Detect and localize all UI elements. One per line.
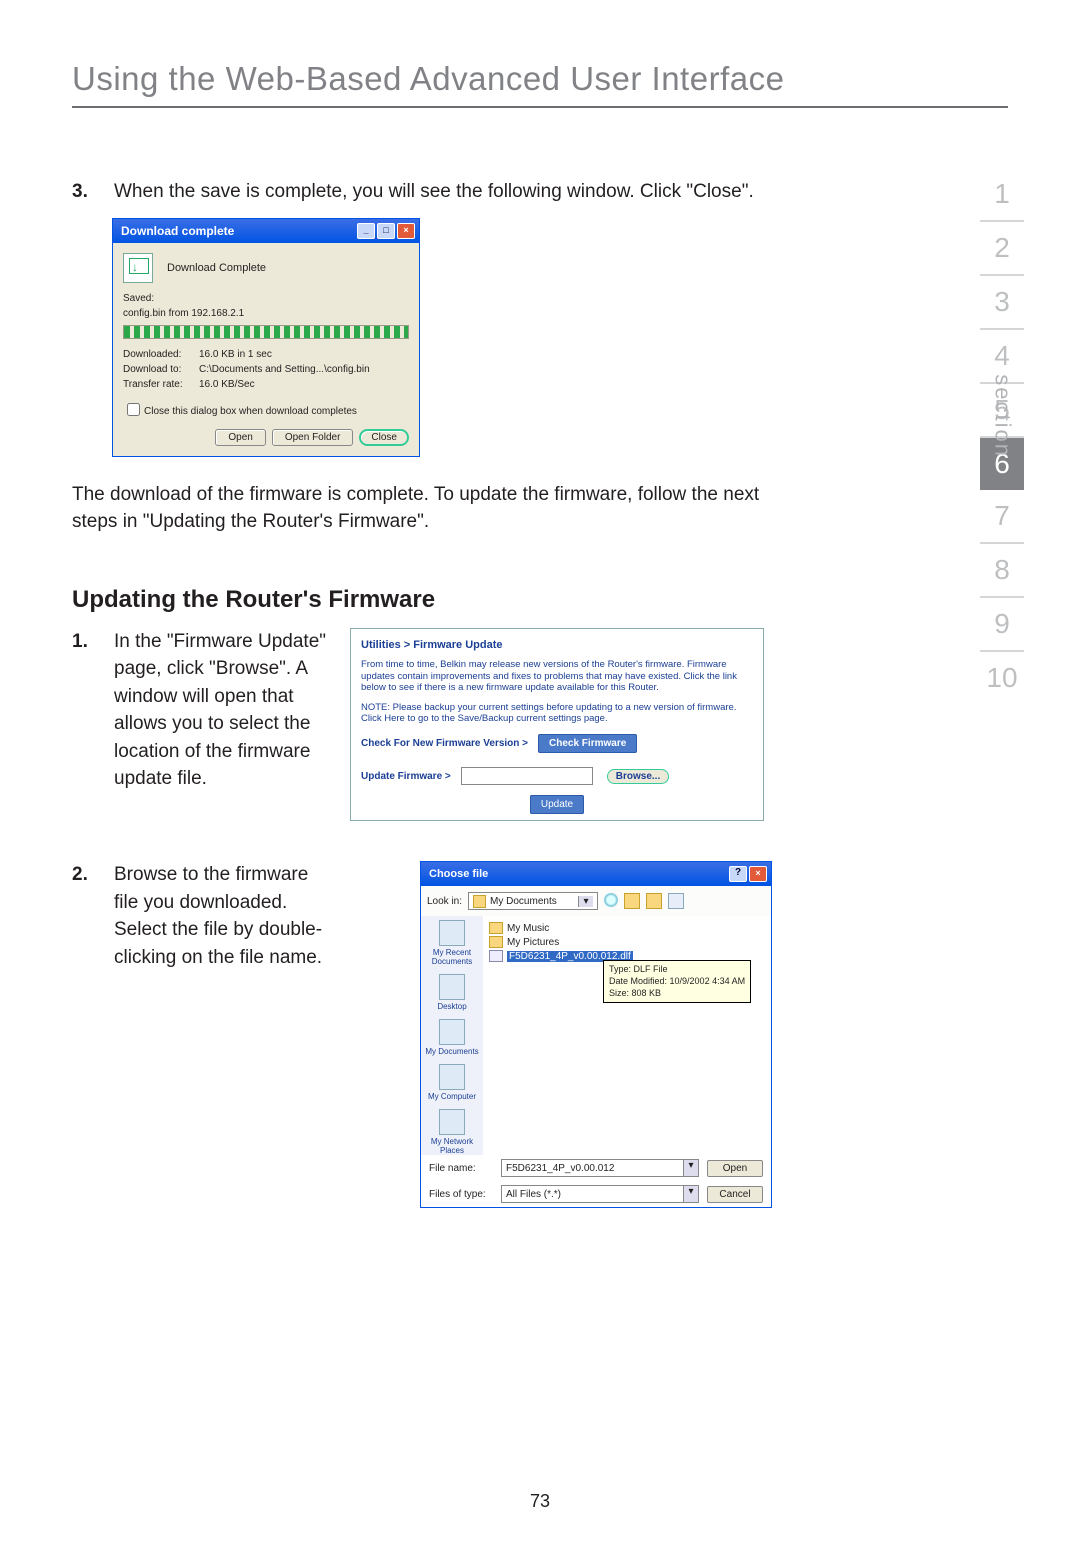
folder-icon	[473, 895, 486, 908]
folder-icon	[489, 936, 503, 948]
download-icon	[123, 253, 153, 283]
firmware-subhead: Updating the Router's Firmware	[72, 586, 772, 614]
file-tooltip: Type: DLF File Date Modified: 10/9/2002 …	[603, 960, 751, 1003]
update-button[interactable]: Update	[530, 795, 584, 814]
nav-9[interactable]: 9	[980, 598, 1024, 652]
rate-label: Transfer rate:	[123, 377, 199, 392]
filetype-select[interactable]: All Files (*.*)▾	[501, 1185, 699, 1203]
rate-value: 16.0 KB/Sec	[199, 377, 255, 392]
list-item[interactable]: My Pictures	[489, 936, 765, 948]
computer-icon	[439, 1064, 465, 1090]
download-complete-dialog: Download complete _ □ × Download Complet…	[112, 218, 420, 457]
folder-icon	[489, 922, 503, 934]
chevron-down-icon[interactable]: ▾	[683, 1186, 698, 1202]
section-label: section	[990, 374, 1016, 458]
recent-icon	[439, 920, 465, 946]
list-item[interactable]: My Music	[489, 922, 765, 934]
nav-3[interactable]: 3	[980, 276, 1024, 330]
nav-7[interactable]: 7	[980, 490, 1024, 544]
browse-button[interactable]: Browse...	[607, 769, 669, 784]
downloaded-label: Downloaded:	[123, 347, 199, 362]
step2-text: Browse to the firmware file you download…	[114, 861, 330, 971]
documents-icon	[439, 1019, 465, 1045]
open-file-button[interactable]: Open	[707, 1160, 763, 1177]
chevron-down-icon[interactable]: ▾	[683, 1160, 698, 1176]
download-header: Download Complete	[167, 262, 266, 274]
nav-8[interactable]: 8	[980, 544, 1024, 598]
open-folder-button[interactable]: Open Folder	[272, 429, 354, 446]
filename-input[interactable]: F5D6231_4P_v0.00.012▾	[501, 1159, 699, 1177]
fw-paragraph-1: From time to time, Belkin may release ne…	[361, 659, 753, 695]
chevron-down-icon[interactable]: ▾	[578, 896, 593, 907]
place-computer[interactable]: My Computer	[428, 1064, 476, 1101]
downloaded-value: 16.0 KB in 1 sec	[199, 347, 272, 362]
close-button[interactable]: Close	[359, 429, 409, 446]
filetype-label: Files of type:	[429, 1189, 493, 1200]
page-title: Using the Web-Based Advanced User Interf…	[72, 60, 1008, 98]
update-firmware-label: Update Firmware >	[361, 771, 451, 782]
nav-10[interactable]: 10	[980, 652, 1024, 704]
saved-label: Saved:	[123, 293, 409, 304]
lookin-combo[interactable]: My Documents ▾	[468, 892, 598, 910]
rule	[72, 106, 1008, 108]
nav-2[interactable]: 2	[980, 222, 1024, 276]
dialog-title: Download complete	[121, 224, 234, 238]
new-folder-icon[interactable]	[646, 893, 662, 909]
step3-number: 3.	[72, 178, 98, 206]
close-icon[interactable]: ×	[397, 223, 415, 239]
place-documents[interactable]: My Documents	[425, 1019, 478, 1056]
close-on-complete-label: Close this dialog box when download comp…	[144, 406, 357, 417]
step1-number: 1.	[72, 628, 98, 793]
lookin-value: My Documents	[490, 896, 557, 907]
choose-title: Choose file	[429, 868, 488, 880]
maximize-icon[interactable]: □	[377, 223, 395, 239]
file-icon	[489, 950, 503, 962]
filename-label: File name:	[429, 1163, 493, 1174]
breadcrumb: Utilities > Firmware Update	[361, 639, 753, 651]
step1-text: In the "Firmware Update" page, click "Br…	[114, 628, 330, 793]
downloadto-label: Download to:	[123, 362, 199, 377]
step3-text: When the save is complete, you will see …	[114, 178, 772, 206]
choose-close-icon[interactable]: ×	[749, 866, 767, 882]
place-recent[interactable]: My Recent Documents	[421, 920, 483, 966]
fw-paragraph-2: NOTE: Please backup your current setting…	[361, 702, 753, 724]
nav-1[interactable]: 1	[980, 168, 1024, 222]
places-bar: My Recent Documents Desktop My Documents…	[421, 916, 483, 1155]
post-download-paragraph: The download of the firmware is complete…	[72, 481, 772, 536]
firmware-file-input[interactable]	[461, 767, 593, 785]
file-list[interactable]: My Music My Pictures F5D6231_4P_v0.00.01…	[483, 916, 771, 1155]
place-network[interactable]: My Network Places	[421, 1109, 483, 1155]
downloadto-value: C:\Documents and Setting...\config.bin	[199, 362, 370, 377]
place-desktop[interactable]: Desktop	[437, 974, 466, 1011]
check-firmware-button[interactable]: Check Firmware	[538, 734, 637, 753]
views-icon[interactable]	[668, 893, 684, 909]
network-icon	[439, 1109, 465, 1135]
step2-number: 2.	[72, 861, 98, 971]
section-nav: 1 2 3 4 5 6 7 8 9 10 section	[958, 168, 1024, 704]
saved-file: config.bin from 192.168.2.1	[123, 308, 409, 319]
page-number: 73	[0, 1491, 1080, 1512]
up-folder-icon[interactable]	[624, 893, 640, 909]
back-icon[interactable]	[604, 893, 618, 907]
progress-bar	[123, 325, 409, 339]
open-button[interactable]: Open	[215, 429, 265, 446]
choose-file-dialog: Choose file ? × Look in: My Documents ▾	[420, 861, 772, 1208]
cancel-button[interactable]: Cancel	[707, 1186, 763, 1203]
help-icon[interactable]: ?	[729, 866, 747, 882]
desktop-icon	[439, 974, 465, 1000]
firmware-update-panel: Utilities > Firmware Update From time to…	[350, 628, 764, 822]
minimize-icon[interactable]: _	[357, 223, 375, 239]
check-firmware-label: Check For New Firmware Version >	[361, 738, 528, 749]
lookin-label: Look in:	[427, 896, 462, 907]
close-on-complete-checkbox[interactable]	[127, 403, 140, 416]
